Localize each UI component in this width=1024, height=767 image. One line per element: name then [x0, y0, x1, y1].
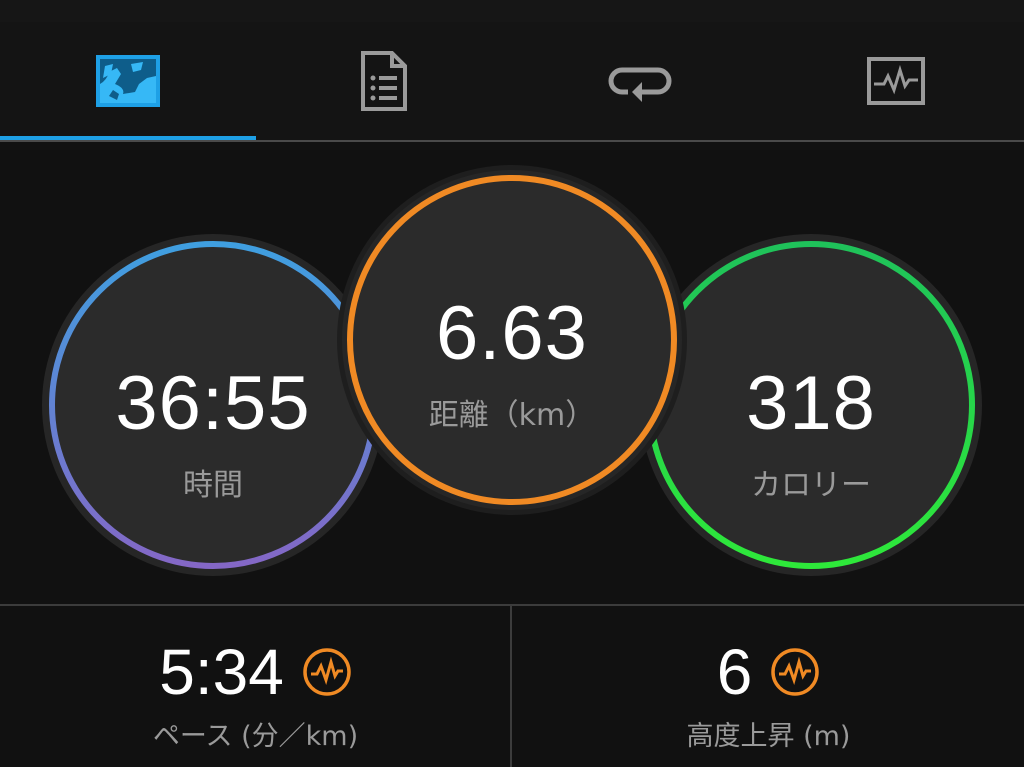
tab-details[interactable] — [256, 22, 512, 140]
tab-bar — [0, 22, 1024, 142]
elevation-gain-label: 高度上昇 (m) — [686, 721, 851, 752]
map-icon — [96, 55, 160, 107]
calories-circle[interactable]: 318 カロリー — [638, 232, 984, 578]
tab-map[interactable] — [0, 22, 256, 140]
time-value: 36:55 — [115, 361, 311, 446]
tab-stats[interactable] — [768, 22, 1024, 140]
calories-label: カロリー — [751, 468, 871, 503]
distance-circle[interactable]: 6.63 距離（km） — [336, 164, 688, 516]
bottom-divider — [510, 606, 512, 767]
time-label: 時間 — [183, 468, 243, 503]
laps-loop-icon — [608, 67, 672, 102]
pace-label: ペース (分／km) — [152, 721, 359, 752]
heart-rate-icon — [771, 648, 820, 696]
bottom-metrics: 5:34 ペース (分／km) 6 高度上昇 (m) — [0, 604, 1024, 767]
document-list-icon — [361, 51, 407, 111]
pace-metric[interactable]: 5:34 ペース (分／km) — [0, 606, 511, 767]
summary-circles: 36:55 時間 318 カロリー 6.63 距離（km） — [0, 142, 1024, 604]
distance-label: 距離（km） — [428, 398, 596, 433]
pace-value: 5:34 — [159, 636, 284, 708]
time-circle[interactable]: 36:55 時間 — [40, 232, 386, 578]
activity-graph-icon — [867, 57, 925, 105]
top-status-bar — [0, 0, 1024, 23]
calories-value: 318 — [746, 361, 876, 446]
elevation-gain-value: 6 — [716, 636, 753, 708]
elevation-gain-metric[interactable]: 6 高度上昇 (m) — [513, 606, 1024, 767]
distance-value: 6.63 — [436, 291, 588, 376]
tab-laps[interactable] — [512, 22, 768, 140]
heart-rate-icon — [303, 648, 351, 696]
